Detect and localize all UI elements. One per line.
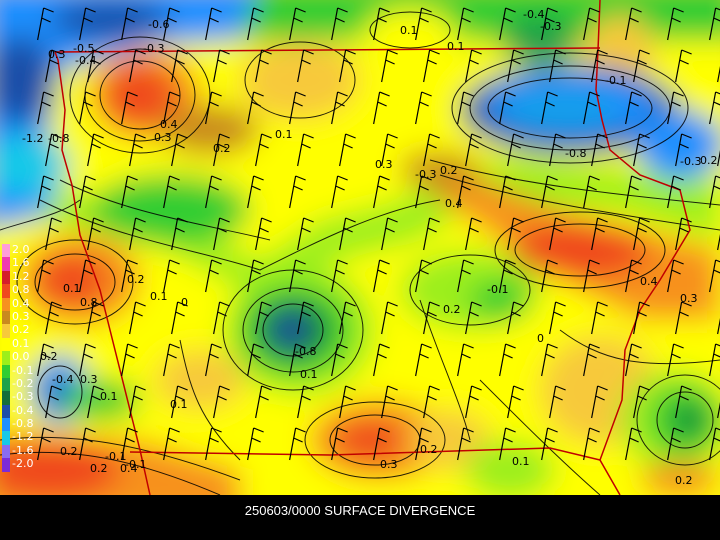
- contour-label: 0.1: [63, 282, 81, 295]
- contour-label: 0.2: [443, 303, 461, 316]
- legend-swatch: [2, 337, 10, 352]
- contour-label: 0.1: [150, 290, 168, 303]
- contour-label: 0.1: [512, 455, 530, 468]
- legend-swatch: [2, 418, 10, 432]
- divergence-map: -0.6-0.5-0.4-0.30.10.1-0.4-0.3-0.1-1.2 -0…: [0, 0, 720, 495]
- contour-label: 0.2: [90, 462, 108, 475]
- legend-label: 0.1: [12, 336, 30, 350]
- legend-label: 1.6: [12, 256, 30, 270]
- legend-swatch: [2, 284, 10, 298]
- legend-level: -2.0: [2, 457, 46, 472]
- legend-label: -0.4: [12, 403, 34, 417]
- contour-label: 0: [537, 332, 544, 345]
- contour-label: 0.3: [154, 131, 172, 144]
- legend-level: 0.0: [2, 350, 46, 365]
- legend-label: -0.8: [12, 417, 34, 431]
- contour-label: 0.4: [640, 275, 658, 288]
- contour-label: 0.2: [700, 154, 718, 167]
- legend-label: 2.0: [12, 243, 30, 256]
- legend-level: -1.2: [2, 430, 46, 445]
- legend-swatch: [2, 297, 10, 311]
- contour-label: 0.4: [445, 197, 463, 210]
- contour-label: 0.3: [48, 48, 66, 61]
- contour-label: 0.1: [100, 390, 118, 403]
- contour-label: 0.3: [680, 292, 698, 305]
- legend-label: -0.2: [12, 376, 34, 390]
- contour-label: 0.1: [170, 398, 188, 411]
- contour-label: 0.2: [60, 445, 78, 458]
- legend-level: -0.2: [2, 376, 46, 392]
- contour-label: -0.6: [148, 18, 169, 31]
- contour-label: 0.4: [160, 118, 178, 131]
- legend-label: -2.0: [12, 457, 34, 471]
- contour-label: -0.4: [75, 54, 96, 67]
- legend-label: -0.3: [12, 390, 34, 404]
- contour-label: 0.1: [400, 24, 418, 37]
- legend-level: 0.4: [2, 296, 46, 311]
- legend-swatch: [2, 257, 10, 271]
- contour-label: -0.1: [487, 283, 508, 296]
- legend-level: 2.0: [2, 243, 46, 258]
- legend-label: 0.3: [12, 309, 30, 323]
- contour-label: 0.2: [213, 142, 231, 155]
- contour-label: 0: [181, 296, 188, 309]
- contour-label: -0.8: [48, 132, 69, 145]
- contour-label: 0.3: [375, 158, 393, 171]
- contour-label: -0.3: [540, 20, 561, 33]
- legend-swatch: [2, 270, 10, 285]
- legend-swatch: [2, 351, 10, 365]
- legend-swatch: [2, 458, 10, 472]
- legend-swatch: [2, 444, 10, 459]
- contour-label: -0.3: [680, 155, 701, 168]
- contour-label: 0.3: [380, 458, 398, 471]
- contour-label: -0.8: [295, 345, 316, 358]
- contour-label: -0.8: [565, 147, 586, 160]
- legend-level: -0.8: [2, 417, 46, 432]
- contour-label: 0.1: [300, 368, 318, 381]
- legend-level: -0.1: [2, 363, 46, 378]
- legend-label: -1.6: [12, 443, 34, 457]
- legend-level: 0.8: [2, 283, 46, 298]
- contour-label: 0.1: [447, 40, 465, 53]
- contour-label: -0.4: [52, 373, 73, 386]
- legend-level: 1.2: [2, 269, 46, 285]
- legend-level: 0.2: [2, 323, 46, 338]
- contour-label: 0.4: [120, 462, 138, 475]
- contour-label: -0.3: [143, 42, 164, 55]
- contour-label: 0.2: [420, 443, 438, 456]
- legend-label: 0.0: [12, 350, 30, 364]
- legend-label: 0.4: [12, 296, 30, 310]
- contour-label: 0.2: [675, 474, 693, 487]
- color-legend: 2.0 1.6 1.2 0.8 0.4 0.3 0.2 0.1 0.0 -0.1 -0.2 -0.3-…: [2, 243, 46, 472]
- legend-label: 0.2: [12, 323, 30, 337]
- legend-label: -0.1: [12, 363, 34, 377]
- contour-label: 0.1: [275, 128, 293, 141]
- legend-swatch: [2, 310, 10, 325]
- legend-swatch: [2, 391, 10, 405]
- legend-level: -0.4: [2, 403, 46, 419]
- contour-label: -0.1: [605, 74, 626, 87]
- legend-swatch: [2, 404, 10, 419]
- legend-label: -1.2: [12, 430, 34, 444]
- legend-level: 0.3: [2, 309, 46, 325]
- legend-level: -0.3: [2, 390, 46, 405]
- contour-label: -0.3: [415, 168, 436, 181]
- map-caption: 250603/0000 SURFACE DIVERGENCE: [244, 503, 476, 518]
- legend-level: 1.6: [2, 256, 46, 271]
- legend-swatch: [2, 431, 10, 445]
- legend-swatch: [2, 244, 10, 258]
- contour-label: 0.3: [80, 373, 98, 386]
- legend-swatch: [2, 377, 10, 392]
- contour-label: 0.8: [80, 296, 98, 309]
- legend-level: -1.6: [2, 443, 46, 459]
- legend-label: 1.2: [12, 269, 30, 283]
- contour-label: -1.2: [22, 132, 43, 145]
- legend-swatch: [2, 324, 10, 338]
- contour-label: 0.2: [440, 164, 458, 177]
- legend-swatch: [2, 364, 10, 378]
- legend-label: 0.8: [12, 283, 30, 297]
- contour-label: 0.2: [127, 273, 145, 286]
- legend-level: 0.1: [2, 336, 46, 352]
